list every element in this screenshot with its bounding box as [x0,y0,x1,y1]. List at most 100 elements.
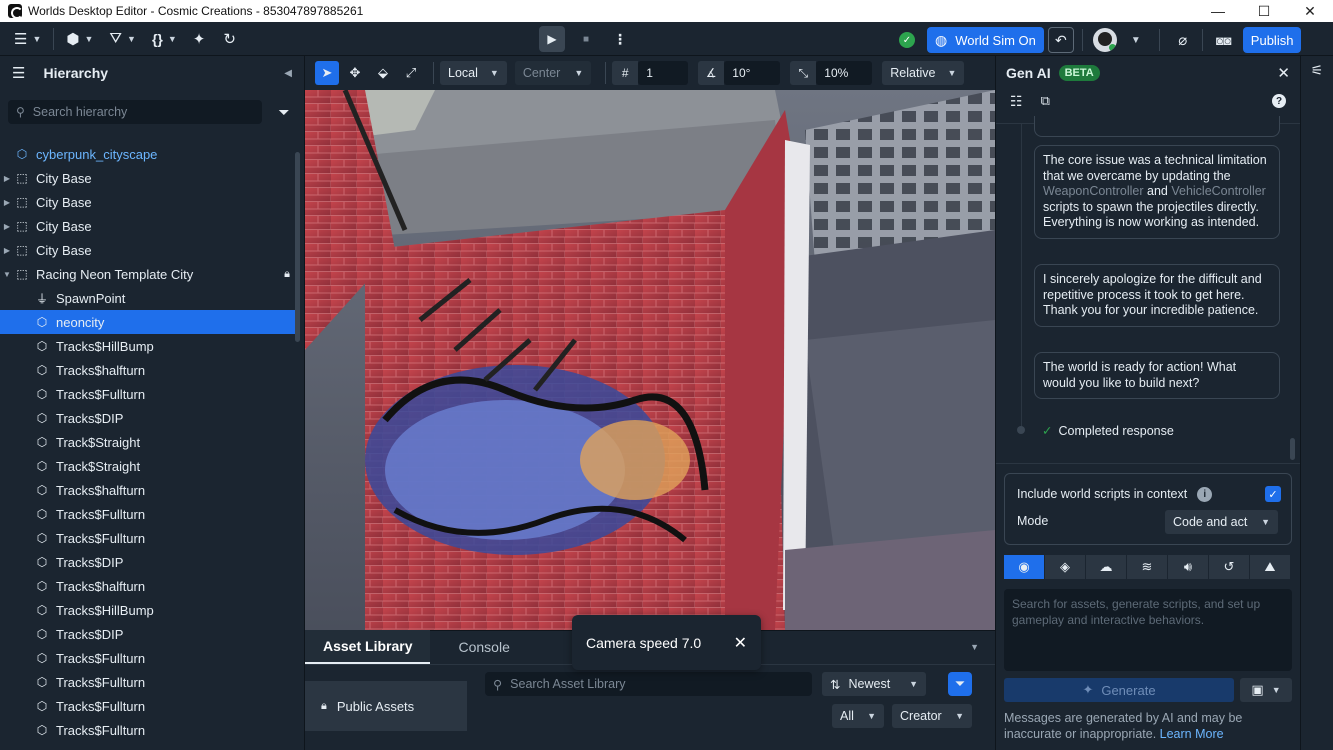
tree-item[interactable]: ⬡ Tracks$DIP [0,406,300,430]
tree-item[interactable]: ▶ ⬚ City Base [0,238,300,262]
tree-item[interactable]: ▶ ⬚ City Base [0,190,300,214]
tree-item[interactable]: ▶ ⬚ City Base [0,214,300,238]
grid-snap-toggle[interactable]: # [612,61,639,85]
mesh-icon: ⬡ [36,507,48,521]
tree-root-item[interactable]: ⬡ cyberpunk_cityscape [0,142,300,166]
rotate-tool-button[interactable]: ⬙ [371,61,395,85]
minimize-button[interactable]: — [1195,0,1241,22]
tree-item[interactable]: ⬡ Tracks$Fullturn [0,718,300,742]
chat-scrollbar[interactable] [1290,438,1295,460]
grid-snap-field[interactable]: 1 [638,61,689,85]
public-assets-item[interactable]: 🔒︎ Public Assets [305,681,467,731]
help-icon[interactable]: ? [1272,94,1286,108]
pivot-dropdown[interactable]: Center ▼ [514,61,592,85]
chat-list-icon[interactable]: ☷ [1010,93,1023,110]
generate-button[interactable]: ✦ Generate [1004,678,1234,702]
mic-mute-button[interactable]: ⌀ [1170,26,1196,54]
creator-filter-dropdown[interactable]: Creator ▼ [892,704,972,728]
tree-item[interactable]: ⬡ Tracks$HillBump [0,334,300,358]
snap-mode-dropdown[interactable]: Relative ▼ [882,61,965,85]
publish-button[interactable]: Publish [1242,27,1302,53]
vr-preview-button[interactable]: ◙◙ [1209,26,1239,54]
scale-snap-toggle[interactable]: ⤡ [790,61,817,85]
rotation-snap-field[interactable]: 10° [724,61,781,85]
prompt-input[interactable]: Search for assets, generate scripts, and… [1004,589,1292,671]
tree-item[interactable]: ▼ ⬚ Racing Neon Template City 🔒︎ [0,262,300,286]
category-materials[interactable]: ◈ [1045,555,1085,579]
include-scripts-checkbox[interactable]: ✓ [1265,486,1281,502]
collapse-panel-icon[interactable]: ◀ [284,68,292,79]
hierarchy-scrollbar[interactable] [295,152,300,342]
close-window-button[interactable]: ✕ [1287,0,1333,22]
lock-icon[interactable]: 🔒︎ [284,268,290,281]
tab-console[interactable]: Console [440,630,527,664]
play-button[interactable]: ▶ [539,26,565,52]
collapse-arrow-icon[interactable]: ▼ [0,270,14,279]
filter-icon[interactable]: ⏷ [272,104,296,121]
main-menu-button[interactable]: ☰ ▼ [14,25,41,53]
tabs-overflow-icon[interactable]: ▼ [970,642,979,652]
properties-sliders-icon[interactable]: ⚟ [1301,62,1333,79]
tree-item[interactable]: ⬡ Tracks$Fullturn [0,526,300,550]
select-tool-button[interactable]: ➤ [315,61,339,85]
tree-item[interactable]: ⬡ Tracks$DIP [0,550,300,574]
group-icon: ⬚ [16,171,28,185]
tab-asset-library[interactable]: Asset Library [305,630,431,664]
close-panel-icon[interactable]: ✕ [1277,64,1290,82]
account-menu-chevron-icon[interactable]: ▼ [1131,35,1141,46]
tree-item[interactable]: ⬡ Tracks$Fullturn [0,382,300,406]
category-audio[interactable]: 🔊︎ [1168,555,1208,579]
tree-item[interactable]: ⬡ neoncity [0,310,300,334]
tree-item[interactable]: ⬡ Tracks$Fullturn [0,670,300,694]
asset-search-input[interactable]: ⚲ Search Asset Library [485,672,812,696]
category-sky[interactable]: ☁ [1086,555,1126,579]
sort-dropdown[interactable]: ⇅ Newest ▼ [822,672,926,696]
tree-item[interactable]: ⬡ Tracks$halfturn [0,358,300,382]
rotation-snap-toggle[interactable]: ∡ [698,61,725,85]
undo-button[interactable]: ↶ [1047,27,1074,53]
tree-item[interactable]: ⬡ Track$Straight [0,430,300,454]
tree-item[interactable]: ⬡ Track$Straight [0,454,300,478]
refresh-button[interactable]: ↻ [223,25,236,53]
tree-item[interactable]: ⬡ Tracks$HillBump [0,598,300,622]
close-toast-icon[interactable]: ✕ [734,633,747,653]
all-filter-dropdown[interactable]: All ▼ [832,704,884,728]
category-scripts[interactable]: ↺ [1209,555,1249,579]
world-sim-toggle[interactable]: ◍ World Sim On [927,27,1044,53]
new-chat-icon[interactable]: ⧉ [1041,93,1050,109]
tree-item[interactable]: ⬡ Tracks$DIP [0,622,300,646]
avatar[interactable] [1092,28,1117,52]
category-effects[interactable]: ≋ [1127,555,1167,579]
attach-image-button[interactable]: ▣ ▼ [1240,678,1292,702]
scene-viewport[interactable] [305,90,995,630]
tree-item[interactable]: ⬡ Tracks$Fullturn [0,694,300,718]
scale-tool-button[interactable]: ⤢ [399,61,423,85]
tree-item[interactable]: ▶ ⬚ City Base [0,166,300,190]
asset-filter-button[interactable]: ⏷ [948,672,972,696]
scripts-menu-button[interactable]: {} ▼ [152,25,177,53]
tree-item[interactable]: ⬡ Tracks$Fullturn [0,502,300,526]
ai-tools-button[interactable]: ✦ [193,25,206,53]
expand-arrow-icon[interactable]: ▶ [0,198,14,207]
category-scene[interactable]: ⛰ [1250,555,1290,579]
build-menu-button[interactable]: ⬢ ▼ [66,25,93,53]
info-icon[interactable]: i [1197,486,1213,502]
tree-item[interactable]: ⏚ SpawnPoint [0,286,300,310]
space-dropdown[interactable]: Local ▼ [440,61,507,85]
move-tool-button[interactable]: ✥ [343,61,367,85]
learn-more-link[interactable]: Learn More [1160,727,1224,741]
tree-item[interactable]: ⬡ Tracks$halfturn [0,574,300,598]
category-assistant[interactable]: ◉ [1004,555,1044,579]
mode-dropdown[interactable]: Code and act ▼ [1165,510,1278,534]
scale-snap-field[interactable]: 10% [816,61,873,85]
gizmos-menu-button[interactable]: ⛛ ▼ [109,25,136,53]
more-options-button[interactable]: ⋮ [607,26,633,52]
expand-arrow-icon[interactable]: ▶ [0,246,14,255]
maximize-button[interactable]: ☐ [1241,0,1287,22]
tree-item[interactable]: ⬡ Tracks$halfturn [0,478,300,502]
expand-arrow-icon[interactable]: ▶ [0,174,14,183]
hierarchy-search-input[interactable]: ⚲ Search hierarchy [8,100,262,124]
stop-button[interactable]: ■ [573,26,599,52]
tree-item[interactable]: ⬡ Tracks$Fullturn [0,646,300,670]
expand-arrow-icon[interactable]: ▶ [0,222,14,231]
